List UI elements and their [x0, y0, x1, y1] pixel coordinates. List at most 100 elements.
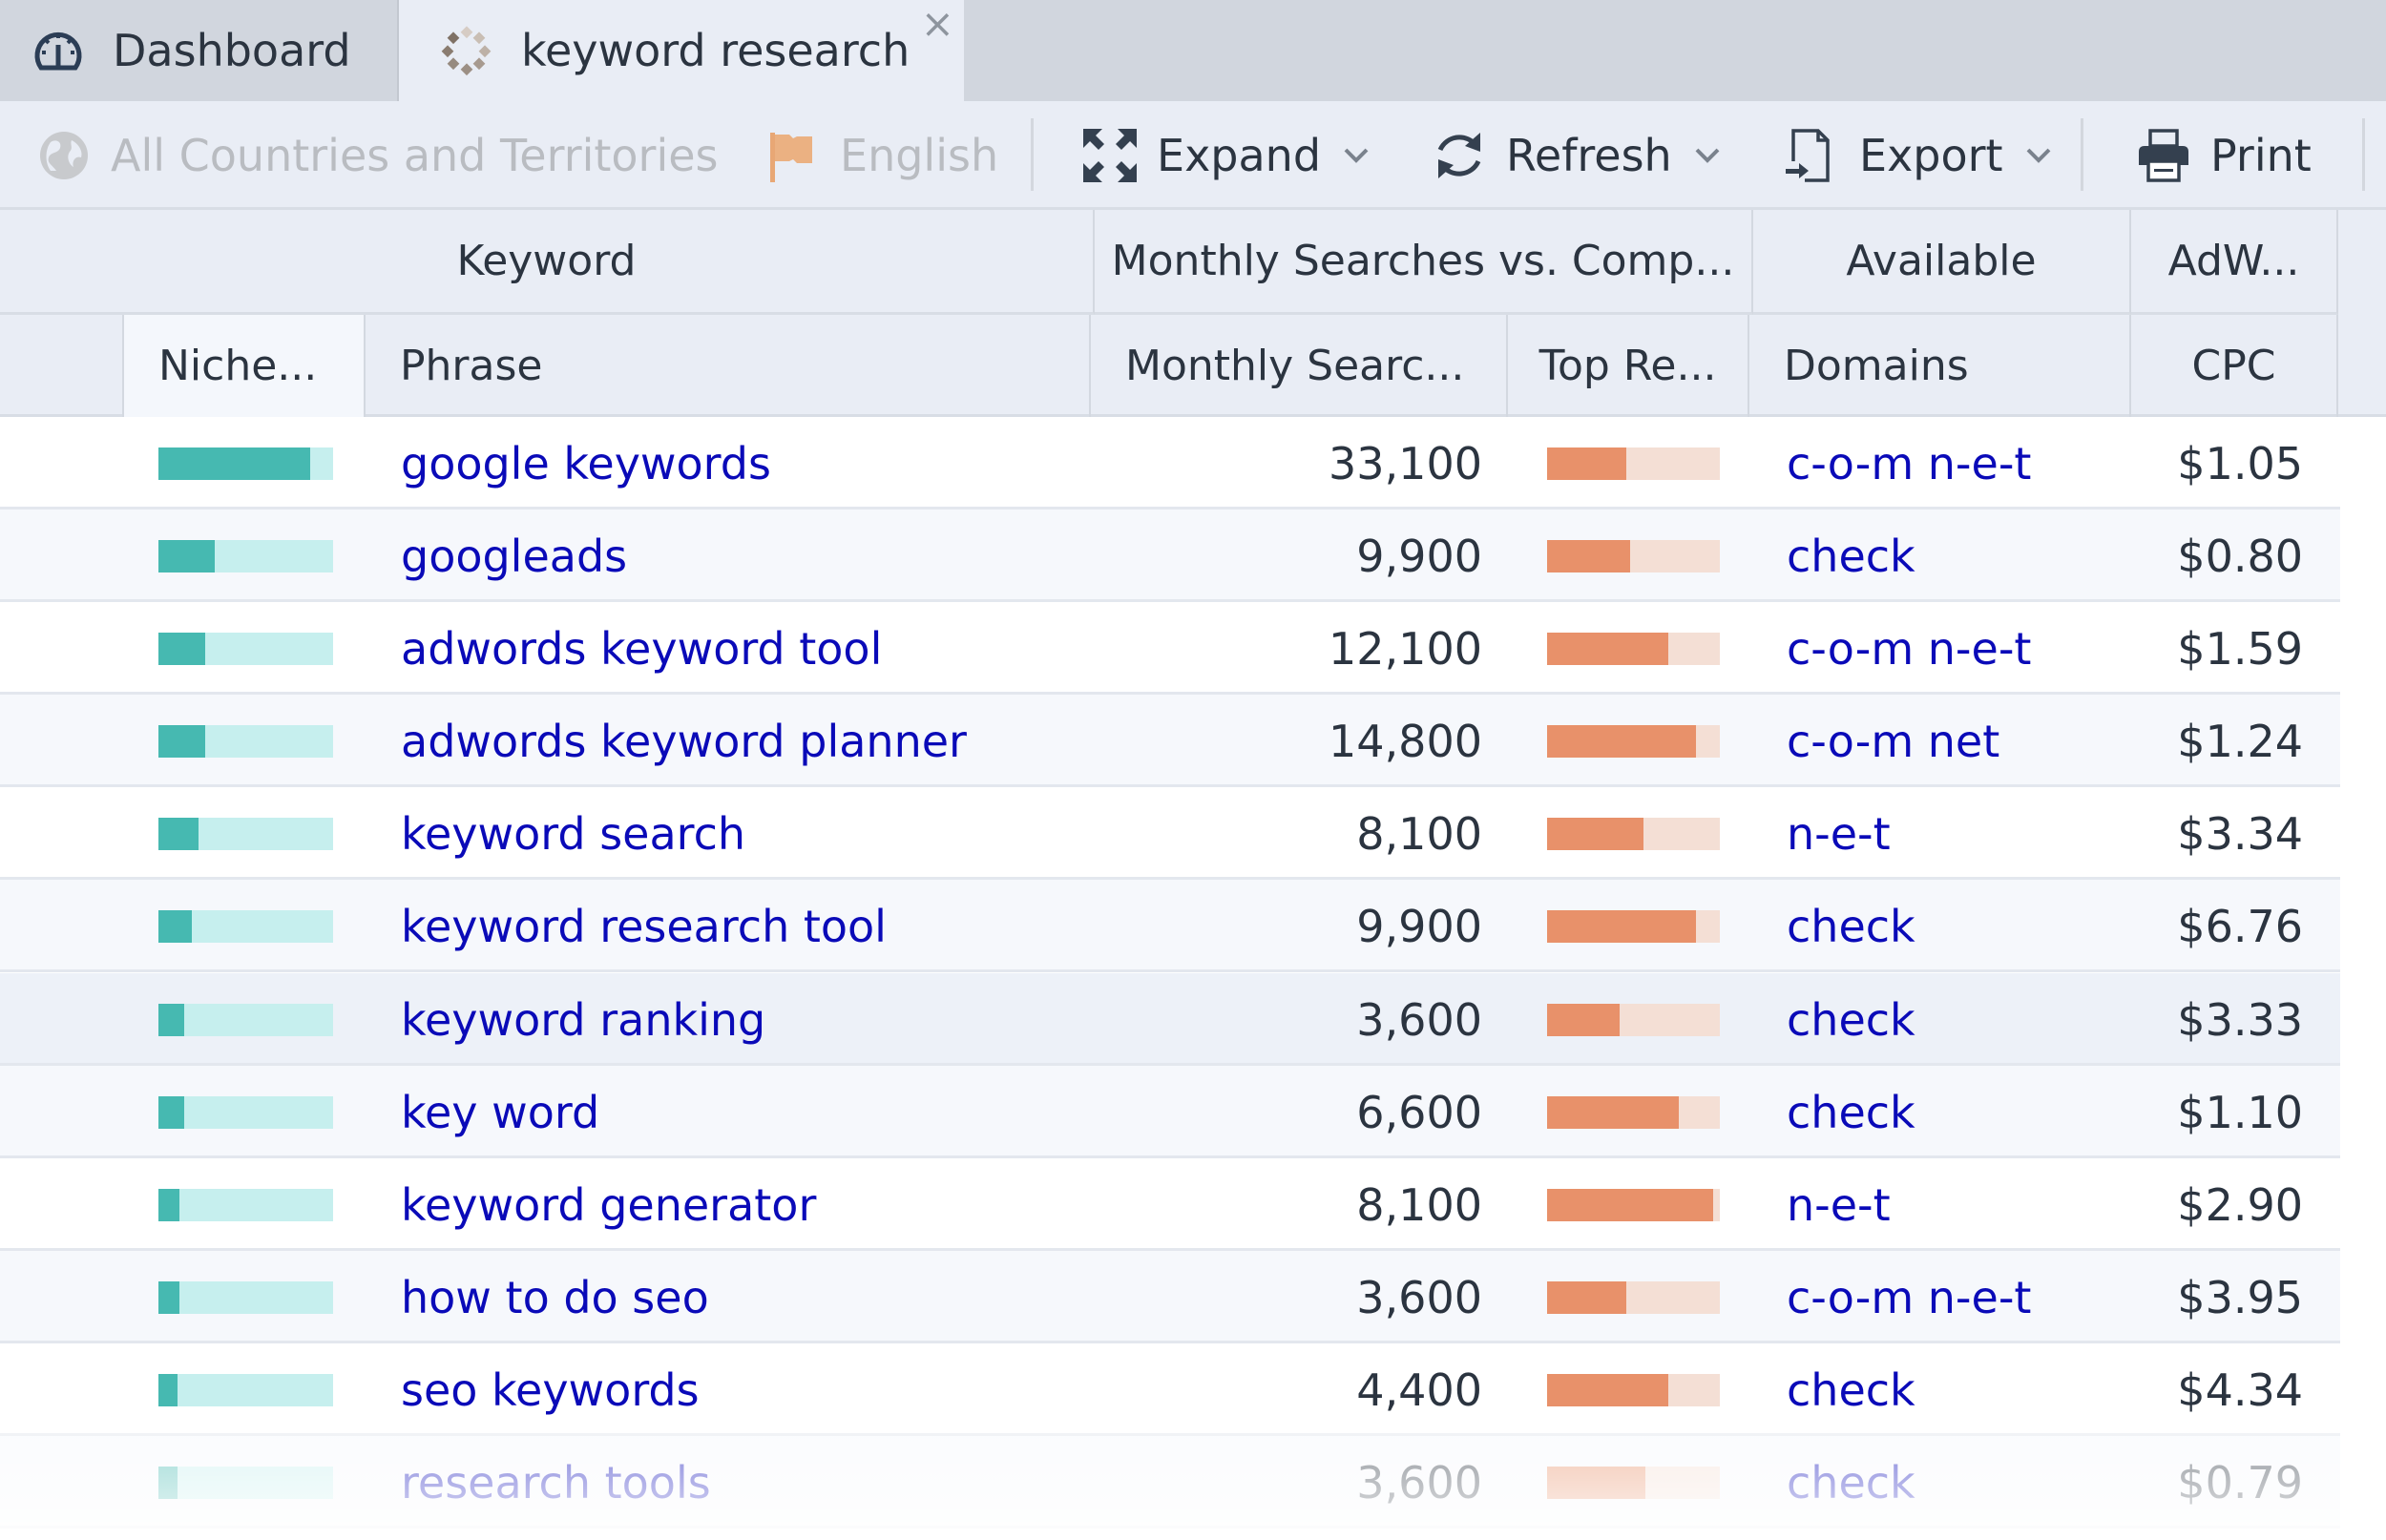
phrase-link[interactable]: keyword generator [401, 1158, 816, 1251]
domains-link[interactable]: check [1787, 510, 1915, 602]
niche-score-fill [158, 725, 206, 758]
column-header-domains[interactable]: Domains [1749, 315, 2131, 417]
domains-link[interactable]: check [1787, 1066, 1915, 1158]
phrase-link[interactable]: seo keywords [401, 1343, 700, 1436]
domains-link[interactable]: c-o-m net [1787, 695, 1999, 787]
column-group-monthly-searches[interactable]: Monthly Searches vs. Comp... [1095, 210, 1753, 315]
cpc-value: $0.80 [2177, 530, 2303, 582]
cpc-value: $0.79 [2177, 1456, 2303, 1509]
phrase-link[interactable]: how to do seo [401, 1251, 709, 1343]
niche-score-fill [158, 1467, 178, 1499]
tab-bar: Dashboard keyword research × [0, 0, 2386, 101]
domains-link[interactable]: check [1787, 1343, 1915, 1436]
export-file-icon [1783, 126, 1842, 185]
domains-link[interactable]: c-o-m n-e-t [1787, 417, 2031, 510]
column-header-monthly-searches[interactable]: Monthly Searc... [1091, 315, 1508, 417]
domains-link[interactable]: n-e-t [1787, 1158, 1891, 1251]
niche-score-fill [158, 910, 192, 943]
location-selector[interactable]: All Countries and Territories [34, 101, 719, 210]
table-row[interactable]: google keywords 33,100 c-o-m n-e-t $1.05 [0, 417, 2340, 510]
loading-spinner-icon [437, 21, 496, 80]
column-header-phrase[interactable]: Phrase [366, 315, 1091, 417]
top-results-bar [1547, 725, 1720, 758]
toolbar-divider [2081, 118, 2083, 191]
chevron-down-icon [1344, 148, 1369, 163]
domains-link[interactable]: n-e-t [1787, 787, 1891, 880]
phrase-link[interactable]: googleads [401, 510, 627, 602]
phrase-link[interactable]: keyword research tool [401, 880, 887, 972]
column-header-cpc[interactable]: CPC [2131, 315, 2338, 417]
domains-link[interactable]: check [1787, 1436, 1915, 1529]
monthly-searches-value: 33,100 [1329, 437, 1482, 489]
niche-score-bar [158, 633, 333, 665]
phrase-link[interactable]: key word [401, 1066, 599, 1158]
chevron-down-icon [2026, 148, 2050, 163]
niche-score-fill [158, 818, 199, 850]
globe-icon [34, 126, 94, 185]
tab-dashboard[interactable]: Dashboard [0, 0, 399, 101]
top-results-fill [1547, 1281, 1627, 1314]
cpc-value: $3.33 [2177, 993, 2303, 1046]
column-header-niche[interactable]: Niche... [124, 315, 366, 417]
cpc-value: $3.95 [2177, 1271, 2303, 1323]
niche-score-bar [158, 1096, 333, 1129]
language-selector[interactable]: English [764, 101, 998, 210]
table-row[interactable]: adwords keyword planner 14,800 c-o-m net $1… [0, 695, 2340, 787]
table-row[interactable]: keyword ranking 3,600 check $3.33 [0, 973, 2340, 1066]
close-tab-icon[interactable]: × [921, 4, 954, 44]
niche-score-fill [158, 447, 311, 480]
top-results-fill [1547, 447, 1627, 480]
cpc-value: $3.34 [2177, 807, 2303, 860]
phrase-link[interactable]: adwords keyword tool [401, 602, 882, 695]
domains-link[interactable]: check [1787, 973, 1915, 1066]
table-row[interactable]: googleads 9,900 check $0.80 [0, 510, 2340, 602]
table-row[interactable]: adwords keyword tool 12,100 c-o-m n-e-t $1.… [0, 602, 2340, 695]
column-group-available[interactable]: Available [1753, 210, 2131, 315]
domains-link[interactable]: c-o-m n-e-t [1787, 1251, 2031, 1343]
table-row[interactable]: keyword search 8,100 n-e-t $3.34 [0, 787, 2340, 880]
domains-link[interactable]: check [1787, 880, 1915, 972]
column-group-keyword[interactable]: Keyword [0, 210, 1095, 315]
phrase-link[interactable]: keyword search [401, 787, 745, 880]
domains-link[interactable]: c-o-m n-e-t [1787, 602, 2031, 695]
table-row[interactable]: how to do seo 3,600 c-o-m n-e-t $3.95 [0, 1251, 2340, 1343]
phrase-link[interactable]: adwords keyword planner [401, 695, 967, 787]
table-row[interactable]: keyword generator 8,100 n-e-t $2.90 [0, 1158, 2340, 1251]
niche-score-bar [158, 1374, 333, 1406]
column-group-adwords[interactable]: AdW... [2131, 210, 2338, 315]
dashboard-gauge-icon [29, 21, 88, 80]
print-button[interactable]: Print [2134, 101, 2312, 210]
expand-label: Expand [1157, 130, 1322, 181]
tab-keyword-research[interactable]: keyword research × [399, 0, 964, 101]
top-results-fill [1547, 1374, 1668, 1406]
monthly-searches-value: 14,800 [1329, 715, 1482, 767]
top-results-fill [1547, 818, 1644, 850]
niche-score-fill [158, 540, 215, 572]
table-row[interactable]: seo keywords 4,400 check $4.34 [0, 1343, 2340, 1436]
expand-button[interactable]: Expand [1080, 101, 1369, 210]
phrase-link[interactable]: keyword ranking [401, 973, 765, 1066]
printer-icon [2134, 126, 2193, 185]
niche-score-bar [158, 1004, 333, 1036]
refresh-icon [1430, 126, 1489, 185]
niche-score-bar [158, 1467, 333, 1499]
flag-icon [764, 126, 823, 185]
top-results-bar [1547, 910, 1720, 943]
expand-arrows-icon [1080, 126, 1140, 185]
export-button[interactable]: Export [1783, 101, 2051, 210]
table-row[interactable]: research tools 3,600 check $0.79 [0, 1436, 2340, 1529]
top-results-fill [1547, 910, 1696, 943]
toolbar-divider [1031, 118, 1034, 191]
table-row[interactable]: keyword research tool 9,900 check $6.76 [0, 880, 2340, 972]
phrase-link[interactable]: google keywords [401, 417, 771, 510]
table-row[interactable]: key word 6,600 check $1.10 [0, 1066, 2340, 1158]
niche-score-fill [158, 1096, 185, 1129]
refresh-button[interactable]: Refresh [1430, 101, 1720, 210]
cpc-value: $1.05 [2177, 437, 2303, 489]
monthly-searches-value: 3,600 [1356, 1271, 1482, 1323]
niche-score-bar [158, 725, 333, 758]
top-results-fill [1547, 1004, 1621, 1036]
keyword-table-body: google keywords 33,100 c-o-m n-e-t $1.05 goo… [0, 417, 2340, 1540]
column-header-top-results[interactable]: Top Re... [1508, 315, 1749, 417]
phrase-link[interactable]: research tools [401, 1436, 711, 1529]
